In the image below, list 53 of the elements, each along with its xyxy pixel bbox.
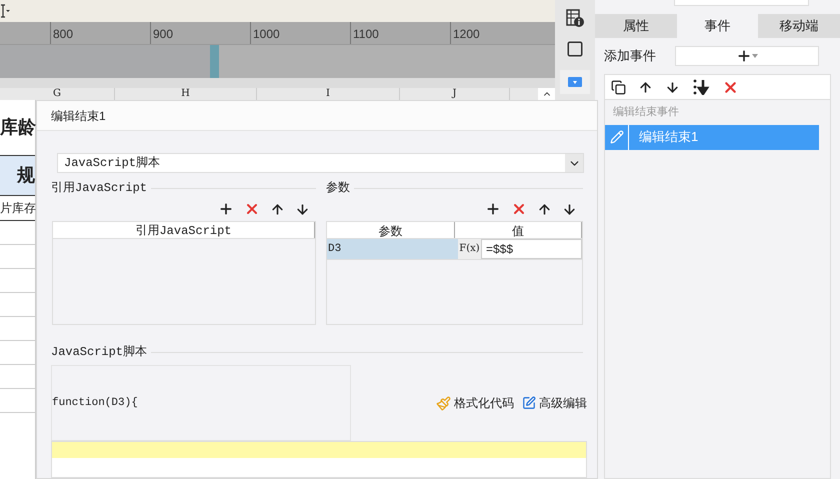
sheet-title: 库龄 (0, 116, 36, 139)
column-label: J (452, 88, 456, 99)
ruler-label: 1100 (353, 27, 379, 41)
move-down-icon[interactable] (562, 202, 577, 216)
dropdown-button[interactable] (560, 70, 590, 94)
panel-tab[interactable]: 事件 (676, 14, 758, 38)
signature-box: function(D3){ (51, 365, 351, 441)
column-label: I (326, 88, 330, 99)
sheet-cell-text: 片库存 (0, 200, 36, 217)
column-label: G (53, 88, 61, 99)
event-group-label: 编辑结束事件 (612, 105, 680, 120)
add-icon[interactable] (218, 201, 234, 217)
move-down-icon[interactable] (295, 202, 310, 216)
ruler-label: 1000 (253, 27, 280, 41)
delete-icon[interactable] (244, 201, 260, 217)
move-up-icon[interactable] (270, 202, 285, 216)
edit-icon (522, 396, 536, 410)
ruler-label: 800 (53, 27, 74, 41)
move-up-icon[interactable] (638, 80, 653, 94)
column-header: 参数 (327, 222, 454, 238)
param-name-cell[interactable]: D3 (327, 239, 458, 259)
dropdown-icon (568, 77, 582, 87)
frame-icon[interactable] (566, 40, 584, 58)
ruler-label: 1200 (453, 27, 480, 41)
column-header: 引用JavaScript (53, 222, 315, 238)
header-cell: 规 (0, 156, 35, 196)
table-info-icon[interactable] (565, 8, 585, 28)
caret-icon (752, 54, 758, 58)
ruler-label: 900 (153, 27, 174, 41)
collapse-button[interactable] (538, 88, 555, 100)
dialog-title: 编辑结束1 (51, 108, 106, 124)
move-bottom-icon[interactable] (692, 79, 710, 95)
pencil-icon (610, 130, 624, 144)
format-code-button[interactable]: 格式化代码 (436, 394, 514, 412)
add-event-label: 添加事件 (604, 47, 657, 66)
section-title: JavaScript脚本 (51, 344, 148, 361)
text-cursor-icon[interactable] (0, 4, 10, 18)
delete-icon[interactable] (511, 201, 527, 217)
move-down-icon[interactable] (665, 80, 680, 94)
brush-icon (436, 396, 451, 410)
advanced-edit-button[interactable]: 高级编辑 (522, 394, 587, 412)
add-icon[interactable] (485, 201, 501, 217)
section-title: 引用JavaScript (51, 180, 148, 197)
move-up-icon[interactable] (537, 202, 552, 216)
column-header: 值 (454, 222, 582, 238)
section-title: 参数 (326, 180, 351, 197)
param-value-field[interactable]: =$$$ (481, 239, 582, 259)
script-type-select[interactable]: JavaScript脚本 (57, 153, 584, 173)
add-icon (736, 48, 752, 64)
copy-icon[interactable] (611, 80, 626, 94)
scroll-marker[interactable] (210, 45, 219, 78)
formula-button[interactable]: F(x) (458, 239, 481, 259)
column-label: H (181, 88, 190, 99)
